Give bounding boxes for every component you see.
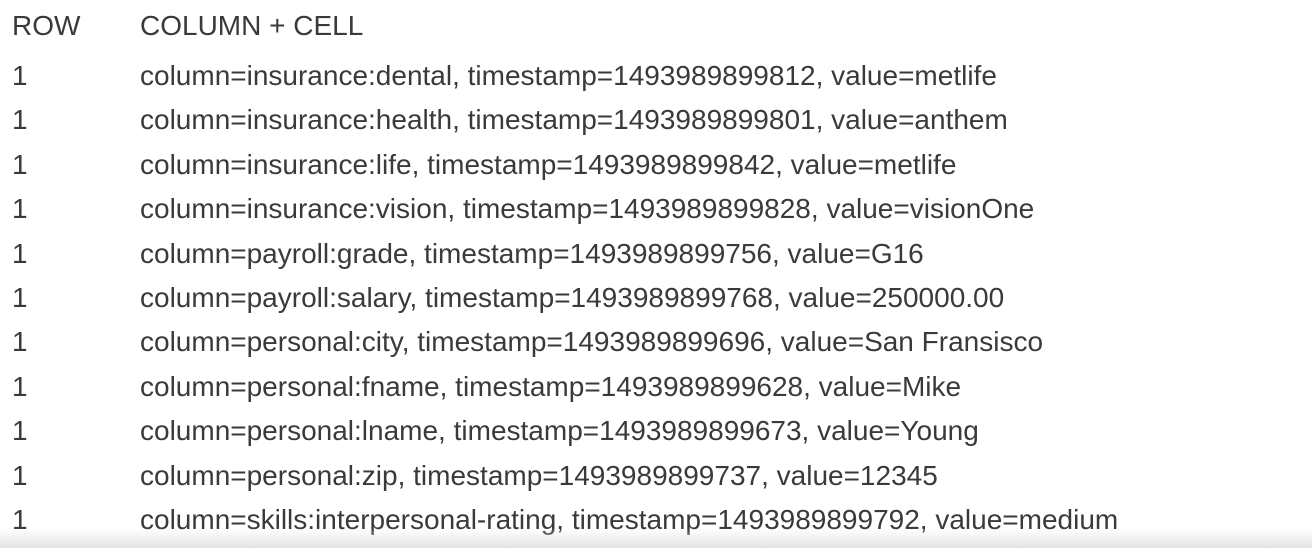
table-row: 1 column=insurance:dental, timestamp=149… <box>0 54 1312 98</box>
table-row: 1 column=payroll:salary, timestamp=14939… <box>0 276 1312 320</box>
table-row: 1 column=payroll:grade, timestamp=149398… <box>0 232 1312 276</box>
row-cell: column=payroll:grade, timestamp=14939898… <box>140 237 924 269</box>
table-body: 1 column=insurance:dental, timestamp=149… <box>0 54 1312 542</box>
table-row: 1 column=insurance:health, timestamp=149… <box>0 98 1312 142</box>
row-cell: column=payroll:salary, timestamp=1493989… <box>140 281 1005 313</box>
row-cell: column=personal:city, timestamp=14939898… <box>140 326 1044 358</box>
table-row: 1 column=insurance:vision, timestamp=149… <box>0 187 1312 231</box>
row-cell: column=personal:zip, timestamp=149398989… <box>140 459 938 491</box>
row-cell: column=insurance:dental, timestamp=14939… <box>140 60 997 91</box>
row-key: 1 <box>12 459 28 491</box>
table-row: 1 column=personal:city, timestamp=149398… <box>0 320 1312 364</box>
bottom-fade <box>0 528 1312 548</box>
row-cell: column=insurance:life, timestamp=1493989… <box>140 148 957 180</box>
row-cell: column=insurance:health, timestamp=14939… <box>140 104 1008 136</box>
row-key: 1 <box>12 237 28 269</box>
row-key: 1 <box>12 60 28 91</box>
table-header: ROW COLUMN + CELL <box>0 6 1312 46</box>
row-key: 1 <box>12 281 28 313</box>
table-row: 1 column=personal:zip, timestamp=1493989… <box>0 454 1312 498</box>
table-row: 1 column=personal:lname, timestamp=14939… <box>0 409 1312 453</box>
row-cell: column=insurance:vision, timestamp=14939… <box>140 193 1035 225</box>
row-key: 1 <box>12 148 28 180</box>
row-key: 1 <box>12 104 28 136</box>
table-row: 1 column=personal:fname, timestamp=14939… <box>0 365 1312 409</box>
scan-output: ROW COLUMN + CELL 1 column=insurance:den… <box>0 0 1312 548</box>
table-row: 1 column=insurance:life, timestamp=14939… <box>0 143 1312 187</box>
header-cell-label: COLUMN + CELL <box>140 10 364 41</box>
row-key: 1 <box>12 326 28 358</box>
header-row-label: ROW <box>12 10 81 41</box>
row-key: 1 <box>12 415 28 447</box>
row-key: 1 <box>12 370 28 402</box>
row-key: 1 <box>12 193 28 225</box>
row-cell: column=personal:fname, timestamp=1493989… <box>140 370 962 402</box>
row-cell: column=personal:lname, timestamp=1493989… <box>140 415 979 447</box>
